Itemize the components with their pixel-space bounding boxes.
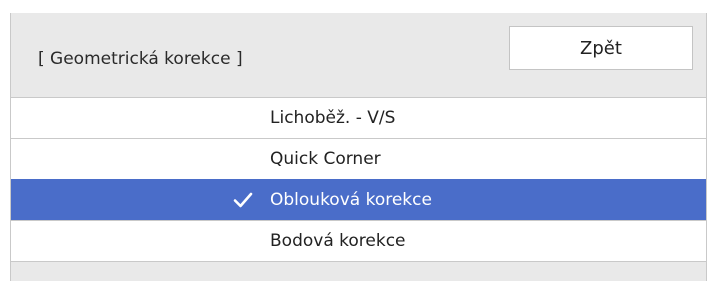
menu-item-keystone[interactable]: Lichoběž. - V/S — [11, 97, 706, 138]
menu-item-point-correction[interactable]: Bodová korekce — [11, 220, 706, 262]
check-icon — [233, 192, 253, 208]
menu-item-label: Bodová korekce — [270, 231, 406, 251]
menu-item-quick-corner[interactable]: Quick Corner — [11, 138, 706, 179]
correction-options-menu: Lichoběž. - V/S Quick Corner Oblouková k… — [11, 97, 706, 262]
menu-item-label: Lichoběž. - V/S — [270, 108, 396, 128]
back-button[interactable]: Zpět — [509, 26, 693, 70]
dialog-header: [ Geometrická korekce ] Zpět — [11, 13, 706, 97]
geometric-correction-dialog: [ Geometrická korekce ] Zpět Lichoběž. -… — [10, 13, 707, 281]
menu-item-label: Quick Corner — [270, 149, 381, 169]
dialog-title: [ Geometrická korekce ] — [38, 49, 243, 69]
menu-item-curved-surface-correction[interactable]: Oblouková korekce — [11, 179, 706, 220]
menu-item-label: Oblouková korekce — [270, 190, 432, 210]
